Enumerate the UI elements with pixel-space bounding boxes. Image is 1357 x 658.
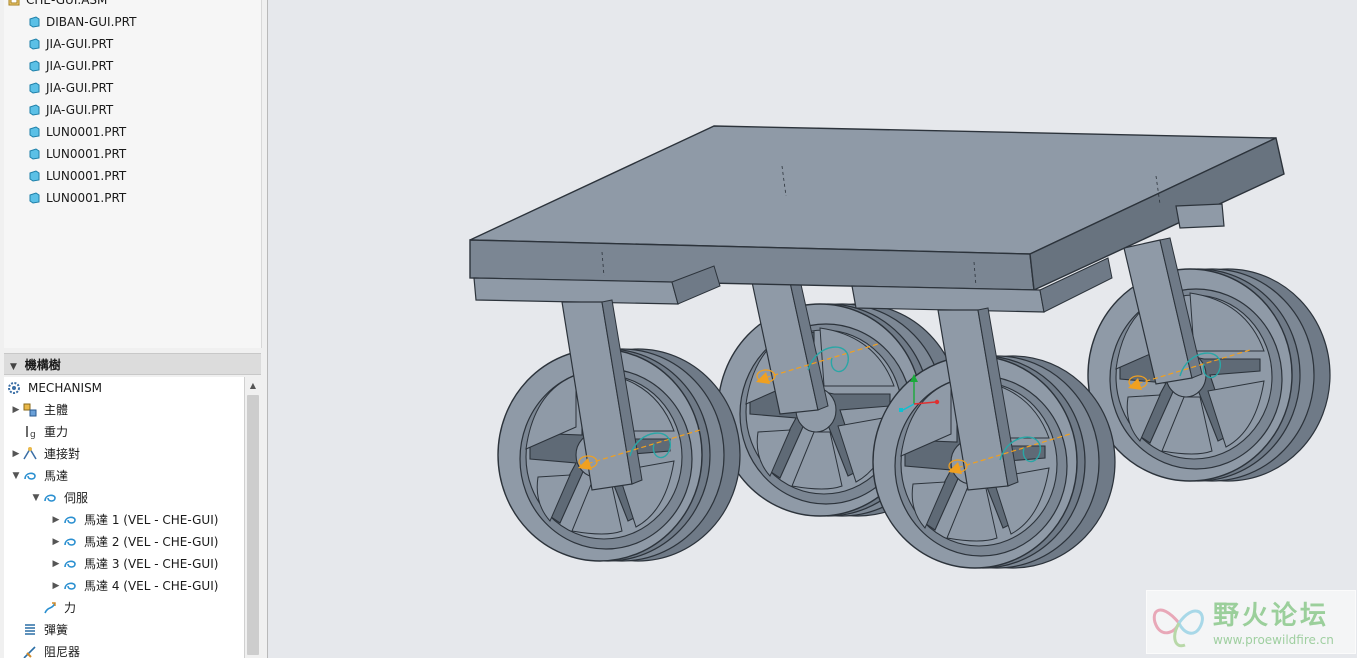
gear-icon xyxy=(8,382,20,394)
tree-item-jia-4[interactable]: JIA-GUI.PRT xyxy=(28,99,113,121)
tree-item-jia-2[interactable]: JIA-GUI.PRT xyxy=(28,55,113,77)
mech-item-label: 伺服 xyxy=(64,491,89,505)
expand-triangle-icon[interactable]: ▶ xyxy=(50,509,62,531)
tree-item-label: LUN0001.PRT xyxy=(46,169,127,183)
tree-item-lun-3[interactable]: LUN0001.PRT xyxy=(28,165,126,187)
tree-item-label: LUN0001.PRT xyxy=(46,147,127,161)
part-icon xyxy=(29,38,40,50)
cart-model[interactable] xyxy=(269,0,1357,658)
mech-item-gravity[interactable]: g 重力 xyxy=(10,421,68,443)
mech-item-servo[interactable]: ▼ 伺服 xyxy=(30,487,88,509)
part-icon xyxy=(29,16,40,28)
tree-item-label: LUN0001.PRT xyxy=(46,191,127,205)
expand-triangle-icon[interactable]: ▶ xyxy=(10,399,22,421)
part-icon xyxy=(29,104,40,116)
mech-item-damper[interactable]: 阻尼器 xyxy=(10,641,80,658)
model-tree: CHE-GUI.ASM DIBAN-GUI.PRT JIA-GUI.PRT JI… xyxy=(4,0,262,348)
expand-triangle-icon[interactable]: ▶ xyxy=(50,575,62,597)
servo-motor-icon xyxy=(64,516,76,524)
collapse-triangle-icon[interactable]: ▼ xyxy=(30,487,42,509)
mechanism-tree-scrollbar[interactable]: ▲ xyxy=(244,377,261,658)
tree-item-label: JIA-GUI.PRT xyxy=(46,37,114,51)
servo-motor-icon xyxy=(64,560,76,568)
tree-item-jia-1[interactable]: JIA-GUI.PRT xyxy=(28,33,113,55)
mech-item-motor-2[interactable]: ▶ 馬達 2 (VEL - CHE-GUI) xyxy=(50,531,219,553)
mech-item-label: 彈簧 xyxy=(44,623,69,637)
mech-item-label: 馬達 1 (VEL - CHE-GUI) xyxy=(84,513,219,527)
tree-item-diban[interactable]: DIBAN-GUI.PRT xyxy=(28,11,136,33)
collapse-triangle-icon: ▼ xyxy=(10,362,17,372)
watermark-url: www.proewildfire.cn xyxy=(1213,633,1334,647)
tree-item-label: JIA-GUI.PRT xyxy=(46,59,114,73)
mech-item-motor-4[interactable]: ▶ 馬達 4 (VEL - CHE-GUI) xyxy=(50,575,219,597)
servo-icon xyxy=(44,494,56,502)
tree-item-lun-4[interactable]: LUN0001.PRT xyxy=(28,187,126,209)
tree-item-label: JIA-GUI.PRT xyxy=(46,81,114,95)
expand-triangle-icon[interactable]: ▶ xyxy=(10,443,22,465)
mech-item-label: 力 xyxy=(64,601,77,615)
mech-root-label: MECHANISM xyxy=(28,381,103,395)
part-icon xyxy=(29,192,40,204)
mech-item-label: 馬達 2 (VEL - CHE-GUI) xyxy=(84,535,219,549)
expand-triangle-icon[interactable]: ▶ xyxy=(50,553,62,575)
tree-root[interactable]: CHE-GUI.ASM xyxy=(8,0,107,11)
servo-motor-icon xyxy=(64,538,76,546)
gravity-icon: g xyxy=(26,426,36,440)
mech-item-label: 重力 xyxy=(44,425,69,439)
damper-icon xyxy=(23,646,36,658)
tree-item-lun-1[interactable]: LUN0001.PRT xyxy=(28,121,126,143)
connection-icon xyxy=(23,447,37,460)
spring-icon xyxy=(25,624,35,635)
scroll-thumb[interactable] xyxy=(247,395,259,655)
body-icon xyxy=(23,403,37,417)
part-icon xyxy=(29,82,40,94)
mech-item-label: 阻尼器 xyxy=(44,645,81,658)
left-panel: CHE-GUI.ASM DIBAN-GUI.PRT JIA-GUI.PRT JI… xyxy=(0,0,268,658)
mech-item-label: 連接對 xyxy=(44,447,81,461)
mech-item-label: 主體 xyxy=(44,403,69,417)
expand-triangle-icon[interactable]: ▶ xyxy=(50,531,62,553)
watermark-title: 野火论坛 xyxy=(1213,601,1330,631)
mech-item-connection[interactable]: ▶ 連接對 xyxy=(10,443,80,465)
mechanism-tree-title: 機構樹 xyxy=(24,358,61,372)
mech-item-label: 馬達 3 (VEL - CHE-GUI) xyxy=(84,557,219,571)
mech-item-body[interactable]: ▶ 主體 xyxy=(10,399,68,421)
mech-item-label: 馬達 4 (VEL - CHE-GUI) xyxy=(84,579,219,593)
assembly-icon xyxy=(8,0,20,6)
tree-item-label: LUN0001.PRT xyxy=(46,125,127,139)
mechanism-tree-header[interactable]: ▼ 機構樹 xyxy=(4,353,261,375)
wheel-back-right[interactable] xyxy=(1087,268,1331,482)
tree-item-lun-2[interactable]: LUN0001.PRT xyxy=(28,143,126,165)
collapse-triangle-icon[interactable]: ▼ xyxy=(10,465,22,487)
part-icon xyxy=(29,60,40,72)
tree-item-label: DIBAN-GUI.PRT xyxy=(46,15,137,29)
mech-item-force[interactable]: 力 xyxy=(30,597,76,619)
part-icon xyxy=(29,126,40,138)
svg-text:g: g xyxy=(30,430,36,440)
tree-item-jia-3[interactable]: JIA-GUI.PRT xyxy=(28,77,113,99)
scroll-up-arrow-icon[interactable]: ▲ xyxy=(245,377,261,393)
graphics-viewport[interactable]: 野火论坛 www.proewildfire.cn xyxy=(269,0,1357,658)
tree-item-label: JIA-GUI.PRT xyxy=(46,103,114,117)
mount-plate-back-right[interactable] xyxy=(1175,203,1225,229)
mech-root[interactable]: MECHANISM xyxy=(6,377,102,399)
servo-motor-icon xyxy=(64,582,76,590)
mech-item-spring[interactable]: 彈簧 xyxy=(10,619,68,641)
part-icon xyxy=(29,170,40,182)
part-icon xyxy=(29,148,40,160)
butterfly-logo-icon xyxy=(1152,608,1204,648)
mech-item-label: 馬達 xyxy=(44,469,69,483)
mech-item-motor-1[interactable]: ▶ 馬達 1 (VEL - CHE-GUI) xyxy=(50,509,219,531)
mech-item-motor-3[interactable]: ▶ 馬達 3 (VEL - CHE-GUI) xyxy=(50,553,219,575)
mech-item-motor[interactable]: ▼ 馬達 xyxy=(10,465,68,487)
motor-icon xyxy=(24,472,36,480)
watermark: 野火论坛 www.proewildfire.cn xyxy=(1146,590,1356,654)
mechanism-tree: MECHANISM ▶ 主體 g 重力 ▶ 連接對 ▼ 馬達 ▼ 伺服 ▶ 馬達… xyxy=(4,377,245,658)
tree-root-label: CHE-GUI.ASM xyxy=(26,0,108,7)
force-icon xyxy=(44,602,56,614)
